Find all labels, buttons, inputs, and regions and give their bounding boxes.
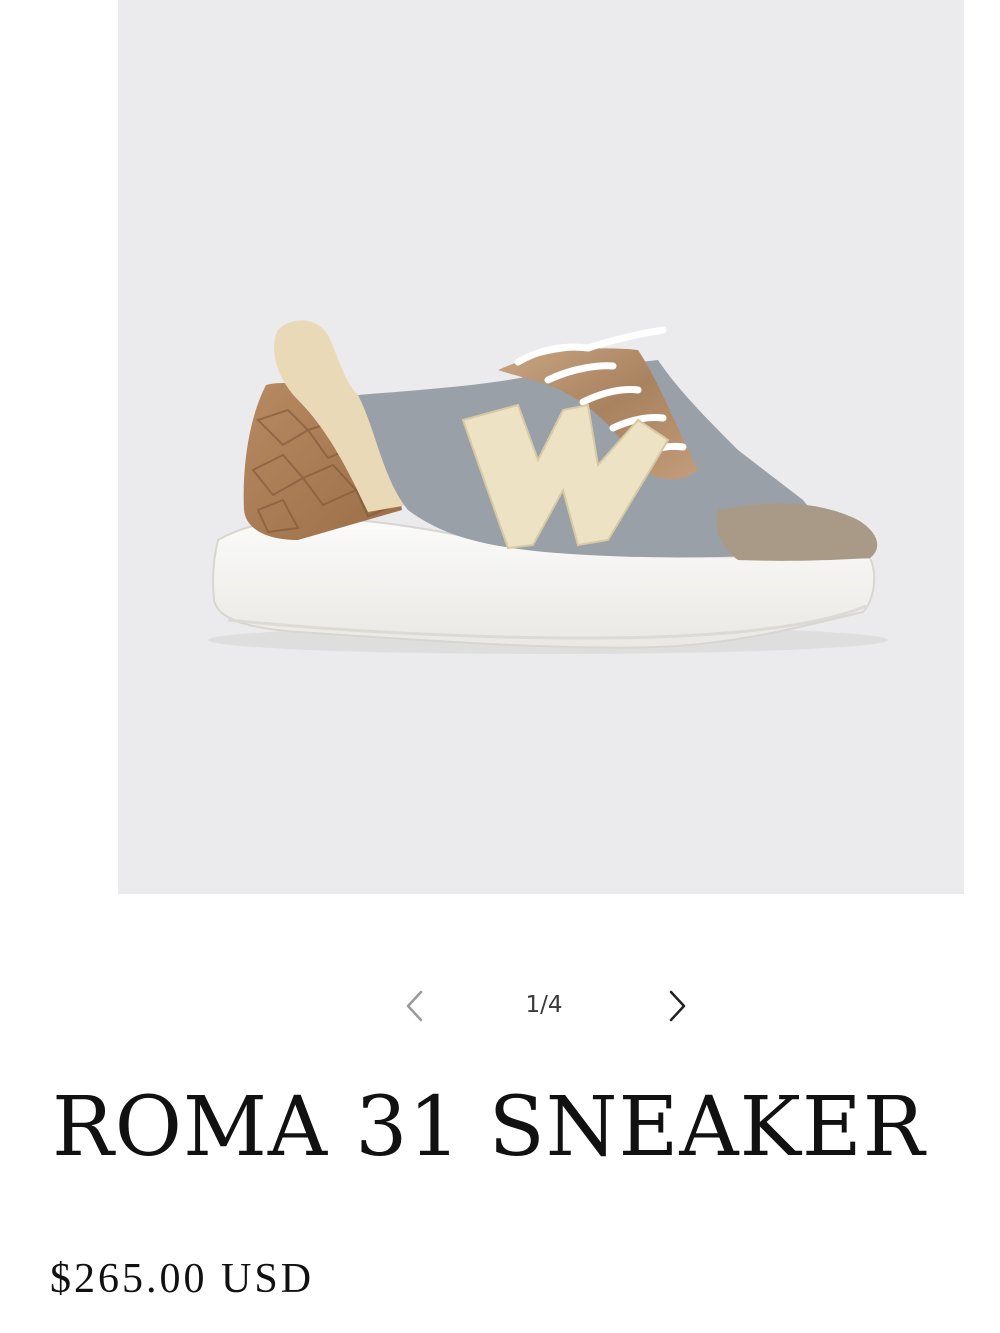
sneaker-illustration: [208, 320, 888, 654]
product-image[interactable]: [118, 0, 964, 894]
previous-image-button[interactable]: [392, 984, 436, 1028]
next-image-button[interactable]: [656, 984, 700, 1028]
image-counter: 1/4: [525, 992, 563, 1018]
chevron-right-icon: [669, 990, 686, 1022]
product-price: $265.00 USD: [50, 1256, 315, 1302]
image-pager: 1/4: [0, 980, 1000, 1032]
product-title: ROMA 31 SNEAKER: [52, 1080, 926, 1175]
chevron-left-icon: [406, 990, 423, 1022]
